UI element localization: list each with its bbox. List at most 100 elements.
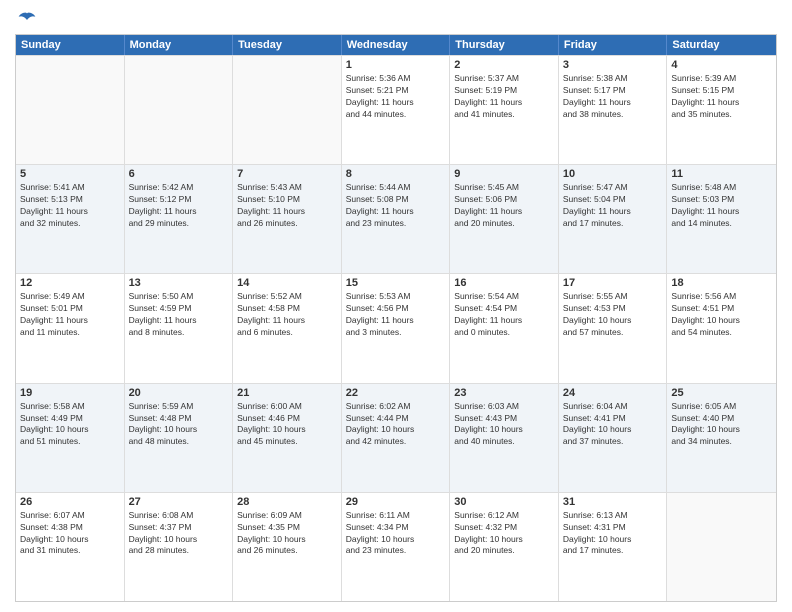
day-info: Sunrise: 5:53 AM Sunset: 4:56 PM Dayligh… (346, 291, 446, 339)
cal-cell-r2-c1: 13Sunrise: 5:50 AM Sunset: 4:59 PM Dayli… (125, 274, 234, 382)
day-info: Sunrise: 5:36 AM Sunset: 5:21 PM Dayligh… (346, 73, 446, 121)
cal-cell-r0-c5: 3 Sunrise: 5:38 AM Sunset: 5:17 PM Daylig… (559, 56, 668, 164)
day-info: Sunrise: 5:50 AM Sunset: 4:59 PM Dayligh… (129, 291, 229, 339)
page: SundayMondayTuesdayWednesdayThursdayFrid… (0, 0, 792, 612)
cal-cell-r3-c1: 20Sunrise: 5:59 AM Sunset: 4:48 PM Dayli… (125, 384, 234, 492)
day-info: Sunrise: 5:42 AM Sunset: 5:12 PM Dayligh… (129, 182, 229, 230)
cal-cell-r3-c6: 25Sunrise: 6:05 AM Sunset: 4:40 PM Dayli… (667, 384, 776, 492)
cal-cell-r4-c2: 28 Sunrise: 6:09 AM Sunset: 4:35 PM Dayli… (233, 493, 342, 601)
header (15, 10, 777, 26)
weekday-header-thursday: Thursday (450, 35, 559, 55)
cal-cell-r3-c2: 21 Sunrise: 6:00 AM Sunset: 4:46 PM Dayli… (233, 384, 342, 492)
cal-cell-r0-c1 (125, 56, 234, 164)
weekday-header-sunday: Sunday (16, 35, 125, 55)
calendar-row-4: 26 Sunrise: 6:07 AM Sunset: 4:38 PM Dayli… (16, 492, 776, 601)
cal-cell-r0-c2 (233, 56, 342, 164)
cal-cell-r0-c3: 1 Sunrise: 5:36 AM Sunset: 5:21 PM Daylig… (342, 56, 451, 164)
day-number: 18 (671, 277, 772, 289)
cal-cell-r4-c0: 26 Sunrise: 6:07 AM Sunset: 4:38 PM Dayli… (16, 493, 125, 601)
day-info: Sunrise: 6:03 AM Sunset: 4:43 PM Dayligh… (454, 401, 554, 449)
day-number: 11 (671, 168, 772, 180)
cal-cell-r2-c2: 14 Sunrise: 5:52 AM Sunset: 4:58 PM Dayli… (233, 274, 342, 382)
cal-cell-r3-c3: 22 Sunrise: 6:02 AM Sunset: 4:44 PM Dayli… (342, 384, 451, 492)
cal-cell-r1-c2: 7Sunrise: 5:43 AM Sunset: 5:10 PM Daylig… (233, 165, 342, 273)
day-info: Sunrise: 6:11 AM Sunset: 4:34 PM Dayligh… (346, 510, 446, 558)
day-info: Sunrise: 6:12 AM Sunset: 4:32 PM Dayligh… (454, 510, 554, 558)
day-number: 7 (237, 168, 337, 180)
cal-cell-r4-c4: 30 Sunrise: 6:12 AM Sunset: 4:32 PM Dayli… (450, 493, 559, 601)
day-number: 31 (563, 496, 663, 508)
day-info: Sunrise: 5:47 AM Sunset: 5:04 PM Dayligh… (563, 182, 663, 230)
day-info: Sunrise: 6:07 AM Sunset: 4:38 PM Dayligh… (20, 510, 120, 558)
day-number: 1 (346, 59, 446, 71)
day-info: Sunrise: 5:56 AM Sunset: 4:51 PM Dayligh… (671, 291, 772, 339)
cal-cell-r3-c0: 19 Sunrise: 5:58 AM Sunset: 4:49 PM Dayli… (16, 384, 125, 492)
weekday-header-friday: Friday (559, 35, 668, 55)
day-number: 25 (671, 387, 772, 399)
day-info: Sunrise: 6:09 AM Sunset: 4:35 PM Dayligh… (237, 510, 337, 558)
day-info: Sunrise: 5:52 AM Sunset: 4:58 PM Dayligh… (237, 291, 337, 339)
day-info: Sunrise: 6:08 AM Sunset: 4:37 PM Dayligh… (129, 510, 229, 558)
cal-cell-r2-c0: 12 Sunrise: 5:49 AM Sunset: 5:01 PM Dayli… (16, 274, 125, 382)
cal-cell-r1-c0: 5 Sunrise: 5:41 AM Sunset: 5:13 PM Daylig… (16, 165, 125, 273)
calendar-row-2: 12 Sunrise: 5:49 AM Sunset: 5:01 PM Dayli… (16, 273, 776, 382)
day-number: 5 (20, 168, 120, 180)
day-number: 24 (563, 387, 663, 399)
day-number: 26 (20, 496, 120, 508)
day-info: Sunrise: 5:58 AM Sunset: 4:49 PM Dayligh… (20, 401, 120, 449)
day-number: 30 (454, 496, 554, 508)
calendar: SundayMondayTuesdayWednesdayThursdayFrid… (15, 34, 777, 602)
day-info: Sunrise: 5:37 AM Sunset: 5:19 PM Dayligh… (454, 73, 554, 121)
cal-cell-r1-c5: 10Sunrise: 5:47 AM Sunset: 5:04 PM Dayli… (559, 165, 668, 273)
day-number: 3 (563, 59, 663, 71)
day-info: Sunrise: 5:45 AM Sunset: 5:06 PM Dayligh… (454, 182, 554, 230)
cal-cell-r3-c5: 24 Sunrise: 6:04 AM Sunset: 4:41 PM Dayli… (559, 384, 668, 492)
cal-cell-r4-c6 (667, 493, 776, 601)
day-info: Sunrise: 5:48 AM Sunset: 5:03 PM Dayligh… (671, 182, 772, 230)
logo-bird-icon (17, 10, 37, 30)
logo (15, 10, 37, 26)
day-info: Sunrise: 6:04 AM Sunset: 4:41 PM Dayligh… (563, 401, 663, 449)
cal-cell-r2-c3: 15Sunrise: 5:53 AM Sunset: 4:56 PM Dayli… (342, 274, 451, 382)
cal-cell-r1-c4: 9 Sunrise: 5:45 AM Sunset: 5:06 PM Daylig… (450, 165, 559, 273)
weekday-header-monday: Monday (125, 35, 234, 55)
day-info: Sunrise: 5:54 AM Sunset: 4:54 PM Dayligh… (454, 291, 554, 339)
day-info: Sunrise: 5:55 AM Sunset: 4:53 PM Dayligh… (563, 291, 663, 339)
day-info: Sunrise: 5:41 AM Sunset: 5:13 PM Dayligh… (20, 182, 120, 230)
cal-cell-r0-c0 (16, 56, 125, 164)
cal-cell-r4-c1: 27 Sunrise: 6:08 AM Sunset: 4:37 PM Dayli… (125, 493, 234, 601)
cal-cell-r1-c3: 8Sunrise: 5:44 AM Sunset: 5:08 PM Daylig… (342, 165, 451, 273)
weekday-header-tuesday: Tuesday (233, 35, 342, 55)
day-number: 29 (346, 496, 446, 508)
cal-cell-r2-c6: 18 Sunrise: 5:56 AM Sunset: 4:51 PM Dayli… (667, 274, 776, 382)
cal-cell-r3-c4: 23 Sunrise: 6:03 AM Sunset: 4:43 PM Dayli… (450, 384, 559, 492)
day-number: 4 (671, 59, 772, 71)
day-info: Sunrise: 6:02 AM Sunset: 4:44 PM Dayligh… (346, 401, 446, 449)
day-number: 27 (129, 496, 229, 508)
day-number: 16 (454, 277, 554, 289)
day-info: Sunrise: 6:00 AM Sunset: 4:46 PM Dayligh… (237, 401, 337, 449)
day-info: Sunrise: 5:38 AM Sunset: 5:17 PM Dayligh… (563, 73, 663, 121)
day-number: 20 (129, 387, 229, 399)
cal-cell-r2-c5: 17 Sunrise: 5:55 AM Sunset: 4:53 PM Dayli… (559, 274, 668, 382)
calendar-row-3: 19 Sunrise: 5:58 AM Sunset: 4:49 PM Dayli… (16, 383, 776, 492)
weekday-header-wednesday: Wednesday (342, 35, 451, 55)
day-number: 6 (129, 168, 229, 180)
cal-cell-r4-c5: 31 Sunrise: 6:13 AM Sunset: 4:31 PM Dayli… (559, 493, 668, 601)
weekday-header-saturday: Saturday (667, 35, 776, 55)
day-number: 28 (237, 496, 337, 508)
day-number: 19 (20, 387, 120, 399)
cal-cell-r1-c6: 11 Sunrise: 5:48 AM Sunset: 5:03 PM Dayli… (667, 165, 776, 273)
day-number: 21 (237, 387, 337, 399)
day-number: 22 (346, 387, 446, 399)
day-info: Sunrise: 5:49 AM Sunset: 5:01 PM Dayligh… (20, 291, 120, 339)
calendar-row-0: 1 Sunrise: 5:36 AM Sunset: 5:21 PM Daylig… (16, 55, 776, 164)
day-info: Sunrise: 5:39 AM Sunset: 5:15 PM Dayligh… (671, 73, 772, 121)
day-number: 9 (454, 168, 554, 180)
day-number: 8 (346, 168, 446, 180)
day-number: 14 (237, 277, 337, 289)
day-number: 12 (20, 277, 120, 289)
day-number: 17 (563, 277, 663, 289)
day-info: Sunrise: 6:13 AM Sunset: 4:31 PM Dayligh… (563, 510, 663, 558)
day-number: 23 (454, 387, 554, 399)
